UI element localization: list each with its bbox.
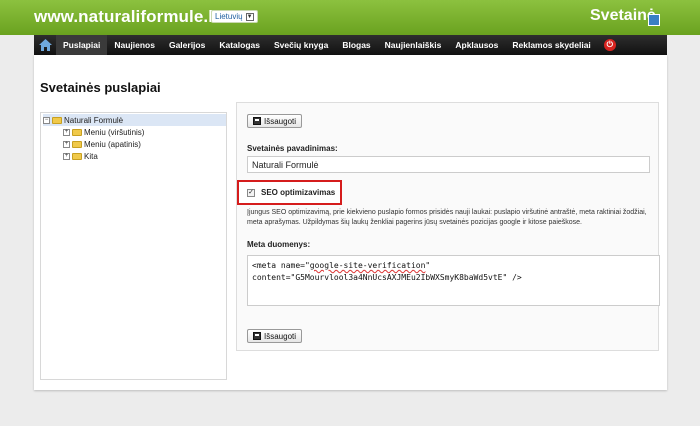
brand-cube-icon	[648, 14, 660, 26]
seo-help-text: Įjungus SEO optimizavimą, prie kiekvieno…	[247, 209, 647, 226]
nav-item-puslapiai[interactable]: Puslapiai	[56, 35, 108, 55]
folder-icon	[72, 152, 82, 160]
tree-item-label: Kita	[84, 151, 98, 161]
save-button-bottom[interactable]: Išsaugoti	[247, 329, 303, 343]
page-tree: − Naturali Formulė + Meniu (viršutinis) …	[40, 112, 227, 380]
meta-line1-end: "	[425, 261, 431, 270]
site-title[interactable]: www.naturaliformule.lt	[34, 7, 219, 27]
save-button-top[interactable]: Išsaugoti	[247, 114, 303, 128]
language-value: Lietuvių	[215, 12, 243, 21]
nav-item-katalogas[interactable]: Katalogas	[212, 35, 267, 55]
nav-item-apklausos[interactable]: Apklausos	[448, 35, 505, 55]
nav-item-blogas[interactable]: Blogas	[335, 35, 377, 55]
expand-icon[interactable]: +	[63, 140, 70, 148]
tree-item[interactable]: + Meniu (apatinis)	[63, 138, 141, 150]
save-button-label: Išsaugoti	[264, 116, 297, 126]
folder-icon	[72, 140, 82, 148]
collapse-icon[interactable]: −	[43, 116, 50, 124]
expand-icon[interactable]: +	[63, 128, 70, 136]
tree-root-item[interactable]: − Naturali Formulė	[43, 114, 226, 126]
tree-item[interactable]: + Kita	[63, 150, 98, 162]
site-name-input[interactable]: Naturali Formulė	[247, 156, 650, 173]
tree-item-label: Meniu (viršutinis)	[84, 127, 145, 137]
language-select[interactable]: Lietuvių ▼	[211, 10, 258, 23]
page-title: Svetainės puslapiai	[40, 80, 161, 95]
meta-line1-name: google-site-verification	[309, 261, 426, 270]
folder-icon	[52, 116, 62, 124]
tree-item-label: Meniu (apatinis)	[84, 139, 141, 149]
nav-item-naujienlaiskis[interactable]: Naujienlaiškis	[378, 35, 449, 55]
save-disk-icon	[253, 332, 261, 340]
seo-checkbox[interactable]: ✓	[247, 189, 255, 197]
brand-logo-text: Svetainė	[590, 7, 656, 24]
nav-item-galerijos[interactable]: Galerijos	[162, 35, 212, 55]
home-icon[interactable]	[34, 35, 56, 55]
meta-textarea[interactable]: <meta name="google-site-verification" co…	[247, 255, 660, 306]
save-button-label: Išsaugoti	[264, 331, 297, 341]
nav-item-sveciu-knyga[interactable]: Svečių knyga	[267, 35, 335, 55]
seo-highlight-box: ✓ SEO optimizavimas	[237, 180, 342, 205]
meta-line1-start: <meta name="	[252, 261, 310, 270]
nav-item-naujienos[interactable]: Naujienos	[107, 35, 162, 55]
logout-power-icon[interactable]: ⏻	[603, 39, 616, 51]
main-nav: Puslapiai Naujienos Galerijos Katalogas …	[34, 35, 667, 55]
tree-item[interactable]: + Meniu (viršutinis)	[63, 126, 144, 138]
site-name-label: Svetainės pavadinimas:	[247, 144, 338, 153]
meta-line2: content="G5Mourvlool3a4NnUcsAXJMEu2IbWXS…	[252, 273, 522, 282]
top-header: www.naturaliformule.lt Lietuvių ▼ Svetai…	[0, 0, 700, 35]
folder-icon	[72, 128, 82, 136]
expand-icon[interactable]: +	[63, 152, 70, 160]
tree-root-label: Naturali Formulė	[64, 115, 124, 125]
nav-item-reklamos-skydeliai[interactable]: Reklamos skydeliai	[505, 35, 597, 55]
chevron-down-icon: ▼	[245, 12, 254, 21]
save-disk-icon	[253, 117, 261, 125]
meta-label: Meta duomenys:	[247, 240, 311, 249]
seo-label: SEO optimizavimas	[261, 188, 336, 197]
